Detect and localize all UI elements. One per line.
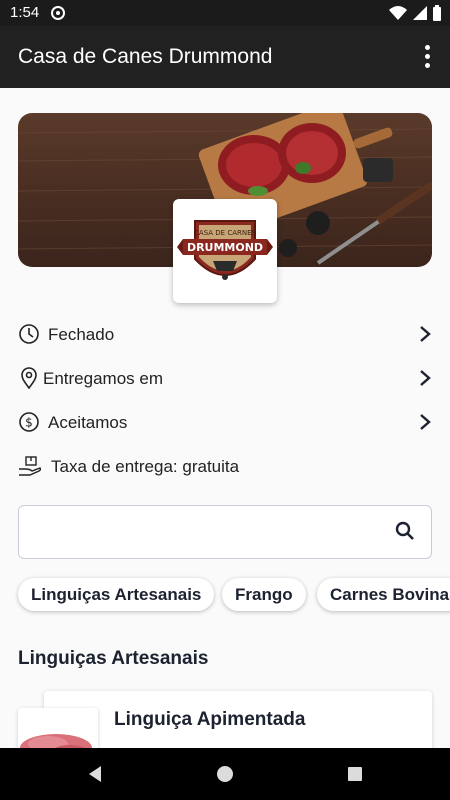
logo-text-main: DRUMMOND xyxy=(187,241,263,254)
dollar-icon: $ xyxy=(19,412,39,432)
page-title: Casa de Canes Drummond xyxy=(18,45,273,68)
system-nav-bar xyxy=(0,748,450,800)
home-icon[interactable] xyxy=(215,764,235,784)
app-bar: Casa de Canes Drummond xyxy=(0,26,450,88)
category-chip[interactable]: Carnes Bovinas xyxy=(317,578,450,611)
delivery-hand-icon xyxy=(19,456,42,476)
overflow-menu-icon[interactable] xyxy=(424,45,432,69)
status-bar: 1:54 xyxy=(0,0,450,26)
cellular-icon xyxy=(412,6,427,20)
payment-methods-label: Aceitamos xyxy=(48,413,128,432)
product-name[interactable]: Linguiça Apimentada xyxy=(114,709,305,731)
opening-hours-label: Fechado xyxy=(48,325,115,344)
chevron-right-icon xyxy=(420,370,431,386)
delivery-fee-row: Taxa de entrega: gratuita xyxy=(18,453,432,481)
back-icon[interactable] xyxy=(85,764,105,784)
store-logo: CASA DE CARNES DRUMMOND xyxy=(173,199,277,303)
chevron-right-icon xyxy=(420,326,431,342)
search-icon[interactable] xyxy=(395,521,415,541)
svg-text:$: $ xyxy=(25,416,33,430)
payment-methods-row[interactable]: $ Aceitamos xyxy=(18,409,432,437)
search-input[interactable] xyxy=(18,505,432,559)
wifi-icon xyxy=(389,6,408,20)
category-chip[interactable]: Frango xyxy=(222,578,306,611)
status-icons xyxy=(389,5,442,26)
status-time: 1:54 xyxy=(10,4,40,21)
data-saver-icon xyxy=(51,6,65,20)
delivery-area-row[interactable]: Entregamos em xyxy=(18,365,432,393)
chevron-right-icon xyxy=(420,414,431,430)
location-pin-icon xyxy=(21,367,37,389)
category-chip[interactable]: Linguiças Artesanais xyxy=(18,578,215,611)
opening-hours-row[interactable]: Fechado xyxy=(18,321,432,349)
delivery-fee-label: Taxa de entrega: gratuita xyxy=(51,457,240,476)
logo-text-top: CASA DE CARNES xyxy=(194,229,257,237)
battery-icon xyxy=(433,5,441,21)
clock-icon xyxy=(19,324,39,344)
recents-icon[interactable] xyxy=(345,764,365,784)
section-title: Linguiças Artesanais xyxy=(18,648,209,669)
delivery-area-label: Entregamos em xyxy=(43,369,163,388)
